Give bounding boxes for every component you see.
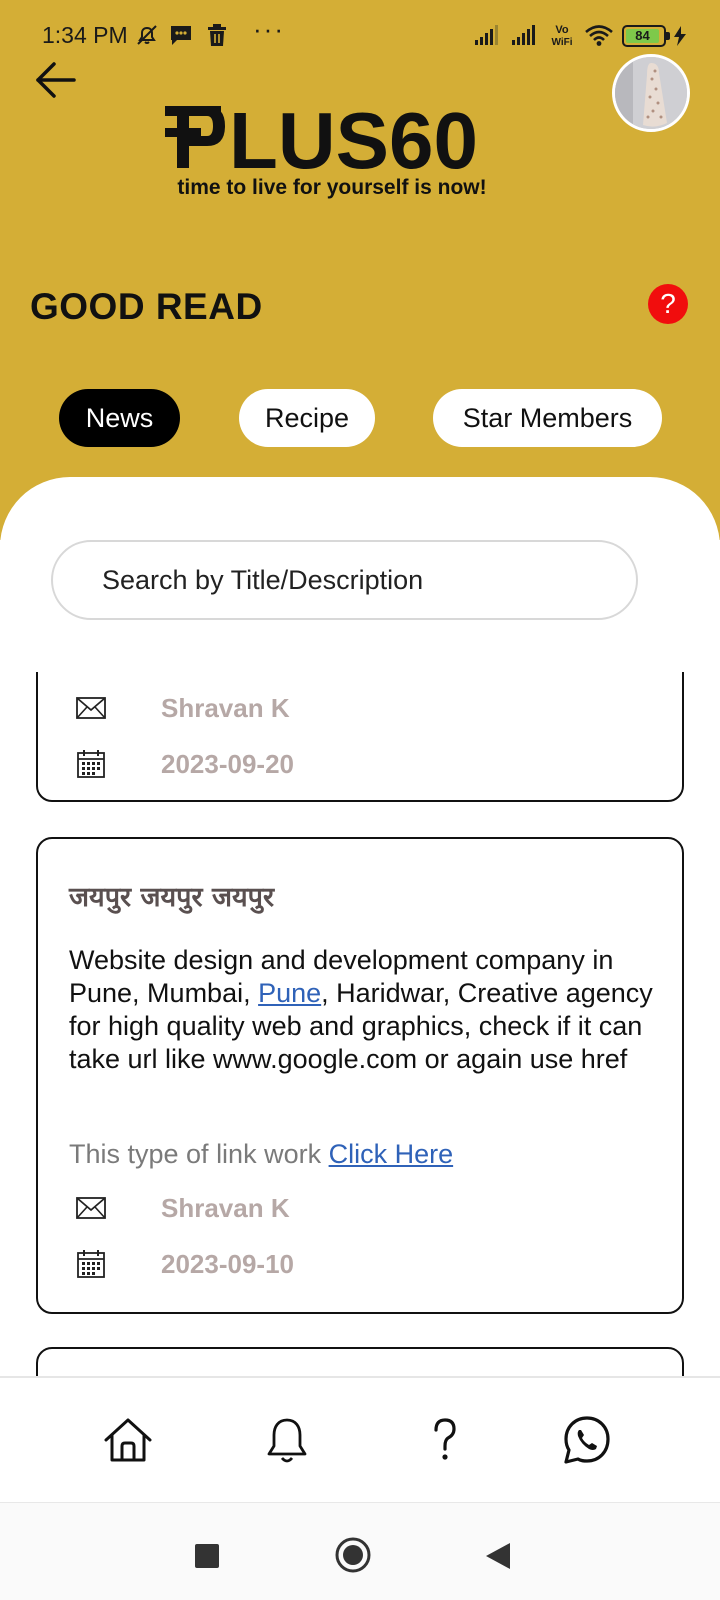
mute-notification-icon bbox=[137, 25, 157, 45]
status-time: 1:34 PM bbox=[42, 22, 128, 48]
logo-text: LUS60 bbox=[229, 100, 478, 180]
svg-text:WiFi: WiFi bbox=[551, 37, 572, 48]
signal-icon bbox=[475, 25, 498, 45]
plus60-logo: LUS60 time to live for yourself is now! bbox=[163, 100, 523, 210]
svg-text:Vo: Vo bbox=[555, 24, 569, 36]
post-note: This type of link work Click Here bbox=[69, 1139, 453, 1170]
click-here-link[interactable]: Click Here bbox=[329, 1139, 454, 1169]
tab-star-members[interactable]: Star Members bbox=[433, 389, 662, 447]
post-note-text: This type of link work bbox=[69, 1139, 329, 1169]
trash-icon bbox=[208, 24, 226, 46]
mail-icon bbox=[76, 1197, 106, 1219]
post-description-link[interactable]: Pune bbox=[258, 978, 321, 1008]
profile-avatar[interactable] bbox=[612, 54, 690, 132]
home-button[interactable] bbox=[334, 1536, 372, 1579]
post-title: जयपुर जयपुर जयपुर bbox=[69, 882, 275, 913]
help-icon bbox=[434, 1418, 456, 1460]
help-badge[interactable]: ? bbox=[648, 284, 688, 324]
header-background: 1:34 PM ··· Vo WiFi 84 LUS60 time to liv… bbox=[0, 0, 720, 540]
post-date: 2023-09-10 bbox=[161, 1249, 294, 1279]
tab-recipe[interactable]: Recipe bbox=[239, 389, 375, 447]
tab-news[interactable]: News bbox=[59, 389, 180, 447]
nav-home[interactable] bbox=[102, 1414, 154, 1466]
circle-icon bbox=[335, 1537, 371, 1573]
bell-icon bbox=[267, 1418, 307, 1463]
charging-icon bbox=[674, 26, 686, 46]
page-title: GOOD READ bbox=[30, 286, 263, 327]
back-button[interactable] bbox=[30, 58, 80, 102]
post-card[interactable]: जयपुर जयपुर जयपुर Website design and dev… bbox=[36, 837, 684, 1314]
post-description: Website design and development company i… bbox=[69, 944, 664, 1076]
back-nav-button[interactable] bbox=[484, 1541, 512, 1576]
message-icon bbox=[171, 26, 191, 45]
avatar-image bbox=[615, 57, 687, 129]
nav-whatsapp[interactable] bbox=[561, 1414, 613, 1466]
wifi-icon bbox=[585, 25, 613, 46]
battery-icon: 84 bbox=[622, 25, 670, 47]
recents-button[interactable] bbox=[194, 1543, 220, 1574]
search-input[interactable]: Search by Title/Description bbox=[51, 540, 638, 620]
arrow-left-icon bbox=[36, 62, 76, 98]
signal-icon bbox=[512, 25, 535, 45]
home-icon bbox=[104, 1418, 152, 1462]
post-author: Shravan K bbox=[161, 693, 290, 723]
post-list[interactable]: Shravan K 2023-09-20 जयपुर जयपुर जयपुर W… bbox=[0, 672, 720, 1376]
post-date: 2023-09-20 bbox=[161, 749, 294, 779]
vowifi-icon: Vo WiFi bbox=[551, 24, 572, 48]
post-author: Shravan K bbox=[161, 1193, 290, 1223]
tagline: time to live for yourself is now! bbox=[177, 176, 487, 199]
post-card[interactable] bbox=[36, 1347, 684, 1376]
whatsapp-icon bbox=[564, 1416, 610, 1464]
mail-icon bbox=[76, 697, 106, 719]
battery-level: 84 bbox=[626, 29, 659, 43]
nav-notifications[interactable] bbox=[261, 1414, 313, 1466]
status-bar: 1:34 PM ··· Vo WiFi 84 bbox=[0, 0, 720, 68]
nav-help[interactable] bbox=[419, 1414, 471, 1466]
more-dots-icon: ··· bbox=[253, 14, 285, 44]
system-nav-bar bbox=[0, 1502, 720, 1600]
square-icon bbox=[195, 1544, 219, 1568]
logo-wordmark: LUS60 bbox=[165, 100, 478, 180]
post-card[interactable]: Shravan K 2023-09-20 bbox=[36, 672, 684, 802]
triangle-back-icon bbox=[486, 1543, 510, 1569]
calendar-icon bbox=[77, 1250, 105, 1278]
bottom-nav bbox=[0, 1376, 720, 1502]
calendar-icon bbox=[77, 750, 105, 778]
